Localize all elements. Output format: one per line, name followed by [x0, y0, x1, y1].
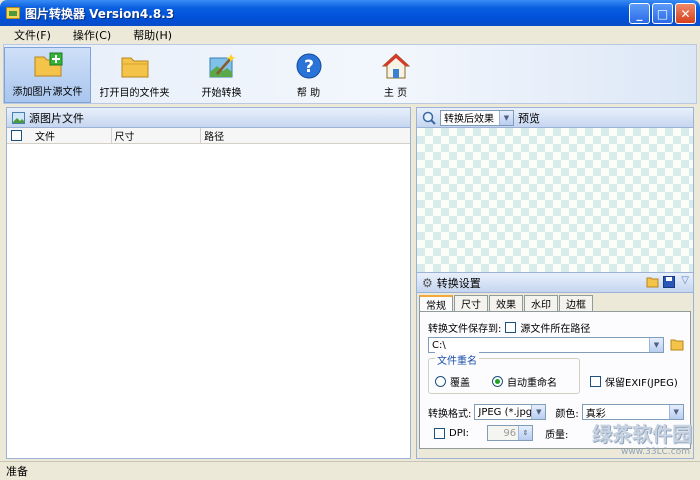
- dpi-checkbox[interactable]: [434, 427, 445, 439]
- save-icon[interactable]: [663, 276, 675, 291]
- add-source-button[interactable]: 添加图片源文件: [4, 47, 91, 103]
- tab-effects[interactable]: 效果: [489, 295, 523, 311]
- watermark-logo: 绿茶软件园: [592, 422, 692, 446]
- help-icon: ?: [296, 53, 321, 79]
- column-size[interactable]: 尺寸: [112, 128, 202, 143]
- home-label: 主 页: [383, 88, 408, 99]
- magnifier-icon[interactable]: [422, 111, 436, 125]
- column-path[interactable]: 路径: [201, 128, 410, 143]
- title-bar: 图片转换器 Version4.8.3 _ □ ✕: [0, 0, 700, 26]
- preview-mode-value: 转换后效果: [444, 114, 494, 125]
- open-folder-button[interactable]: 打开目的文件夹: [91, 47, 178, 103]
- tab-general[interactable]: 常规: [419, 295, 453, 312]
- source-path-checkbox[interactable]: [505, 322, 517, 333]
- open-folder-icon[interactable]: [646, 276, 659, 291]
- save-to-label: 转换文件保存到:: [428, 324, 502, 335]
- tab-border[interactable]: 边框: [559, 295, 593, 311]
- color-label: 颜色:: [555, 408, 579, 420]
- format-value: JPEG (*.jpg: [478, 406, 533, 418]
- status-bar: 准备: [0, 461, 700, 480]
- dpi-spinner[interactable]: 96 ⇕: [487, 425, 534, 441]
- open-folder-label: 打开目的文件夹: [99, 88, 170, 99]
- overwrite-radio[interactable]: [435, 376, 446, 387]
- settings-tabs: 常规 尺寸 效果 水印 边框: [417, 295, 693, 312]
- spinner-arrows-icon: ⇕: [518, 426, 533, 440]
- add-source-label: 添加图片源文件: [12, 87, 83, 98]
- source-files-panel: 源图片文件 文件 尺寸 路径: [6, 107, 411, 459]
- source-panel-header: 源图片文件: [7, 108, 410, 128]
- source-path-label: 源文件所在路径: [520, 324, 591, 335]
- watermark-url: www.33LC.com: [621, 447, 690, 457]
- source-panel-title: 源图片文件: [29, 111, 84, 125]
- format-label: 转换格式:: [428, 408, 472, 420]
- tab-size[interactable]: 尺寸: [454, 295, 488, 311]
- tab-watermark[interactable]: 水印: [524, 295, 558, 311]
- quality-label: 质量:: [545, 429, 569, 441]
- save-path-combo[interactable]: C:\ ▼: [428, 337, 664, 353]
- preview-header: 转换后效果 ▼ 预览: [417, 108, 693, 128]
- overwrite-label: 覆盖: [450, 378, 470, 389]
- start-convert-button[interactable]: 开始转换: [178, 47, 265, 103]
- status-text: 准备: [6, 465, 28, 478]
- chevron-down-icon: ▼: [668, 405, 683, 419]
- keep-exif-label: 保留EXIF(JPEG): [605, 378, 678, 389]
- magic-wand-icon: [209, 54, 235, 78]
- browse-folder-icon[interactable]: [670, 338, 684, 354]
- auto-rename-radio[interactable]: [492, 376, 503, 387]
- menu-bar: 文件(F) 操作(C) 帮助(H): [0, 26, 700, 44]
- maximize-button[interactable]: □: [652, 3, 673, 24]
- window-title: 图片转换器 Version4.8.3: [25, 6, 175, 21]
- rename-group: 文件重名 覆盖 自动重命名: [428, 352, 580, 394]
- image-icon: [12, 111, 25, 124]
- home-button[interactable]: 主 页: [352, 47, 439, 103]
- select-all-checkbox[interactable]: [11, 130, 22, 141]
- menu-operation[interactable]: 操作(C): [73, 27, 111, 43]
- rename-group-title: 文件重名: [435, 352, 479, 367]
- start-convert-label: 开始转换: [201, 88, 242, 99]
- dpi-value: 96: [503, 427, 517, 439]
- help-button[interactable]: ? 帮 助: [265, 47, 352, 103]
- keep-exif-checkbox[interactable]: [590, 376, 601, 387]
- auto-rename-label: 自动重命名: [507, 378, 557, 389]
- menu-help[interactable]: 帮助(H): [133, 27, 172, 43]
- folder-open-icon: [121, 57, 148, 78]
- collapse-icon[interactable]: ▽: [681, 275, 689, 286]
- preview-mode-select[interactable]: 转换后效果 ▼: [440, 109, 514, 126]
- chevron-down-icon: ▼: [531, 405, 546, 419]
- format-select[interactable]: JPEG (*.jpg ▼: [474, 404, 547, 420]
- help-label: 帮 助: [296, 88, 321, 99]
- preview-label: 预览: [518, 111, 540, 125]
- column-file[interactable]: 文件: [32, 128, 112, 143]
- minimize-button[interactable]: _: [629, 3, 650, 24]
- file-list-header: 文件 尺寸 路径: [7, 128, 410, 144]
- save-path-value: C:\: [432, 339, 446, 351]
- app-icon: [6, 7, 20, 19]
- chevron-down-icon: ▼: [649, 338, 663, 352]
- file-list[interactable]: [7, 144, 410, 456]
- right-panel: 转换后效果 ▼ 预览 ⚙ 转换设置 ▽ 常规 尺寸 效果 水印 边框 转换文件保…: [416, 107, 694, 459]
- toolbar: 添加图片源文件 打开目的文件夹 开始转换 ? 帮 助 主 页: [3, 44, 697, 104]
- dpi-label: DPI:: [449, 427, 470, 439]
- preview-area: [417, 128, 693, 273]
- close-button[interactable]: ✕: [675, 3, 696, 24]
- chevron-down-icon: ▼: [499, 110, 513, 125]
- home-icon: [381, 53, 410, 79]
- gear-icon: ⚙: [422, 275, 433, 290]
- menu-file[interactable]: 文件(F): [14, 27, 51, 43]
- settings-header: ⚙ 转换设置 ▽: [417, 273, 693, 293]
- settings-title: 转换设置: [436, 276, 481, 290]
- svg-text:?: ?: [304, 57, 314, 77]
- folder-add-icon: [34, 52, 62, 77]
